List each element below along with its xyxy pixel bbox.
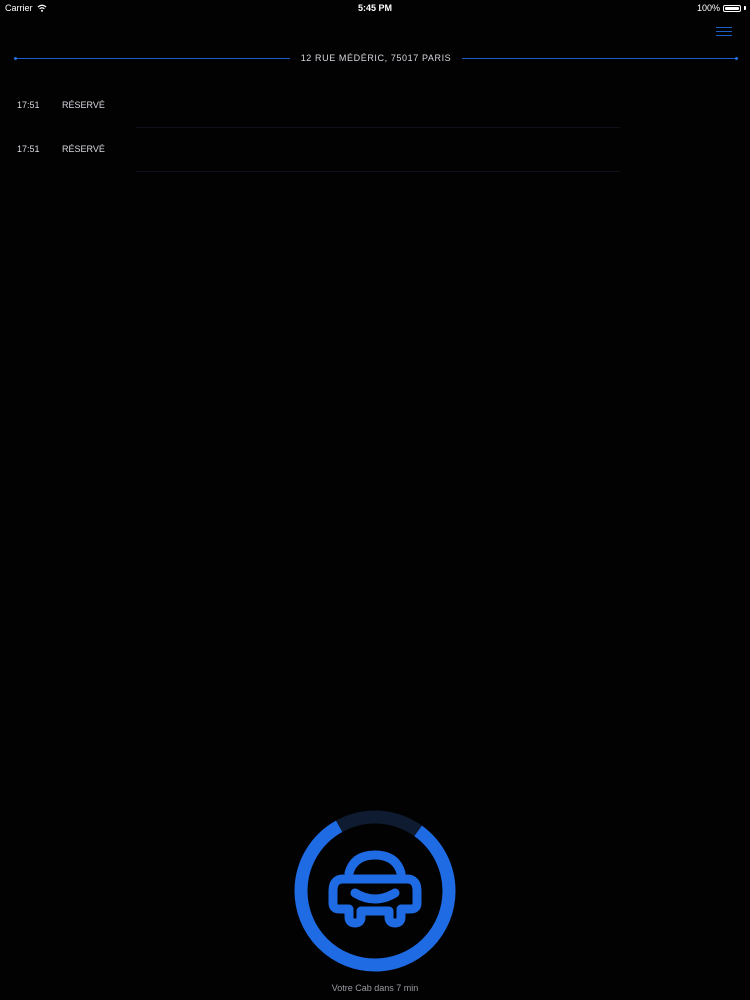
booking-list: 17:51 RÉSERVÉ 17:51 RÉSERVÉ	[0, 84, 750, 172]
booking-row[interactable]: 17:51 RÉSERVÉ	[0, 128, 750, 172]
booking-row[interactable]: 17:51 RÉSERVÉ	[0, 84, 750, 128]
status-bar: Carrier 5:45 PM 100%	[0, 0, 750, 16]
booking-status: RÉSERVÉ	[62, 100, 105, 110]
row-separator	[136, 171, 620, 172]
battery-fill	[725, 6, 739, 10]
address-label: 12 RUE MÉDÉRIC, 75017 PARIS	[300, 53, 452, 63]
eta-label: Votre Cab dans 7 min	[331, 983, 419, 993]
battery-tip	[744, 6, 746, 10]
hamburger-menu-icon[interactable]	[716, 25, 732, 37]
menu-line	[716, 27, 732, 28]
battery-icon	[723, 4, 741, 12]
booking-status: RÉSERVÉ	[62, 144, 105, 154]
rule-left	[17, 57, 290, 59]
status-time: 5:45 PM	[357, 3, 392, 13]
booking-time: 17:51	[17, 100, 40, 110]
screen: Carrier 5:45 PM 100% 12 RUE MÉDÉRIC, 750…	[0, 0, 750, 1000]
eta-widget[interactable]	[293, 809, 457, 973]
rule-right	[462, 57, 735, 59]
booking-time: 17:51	[17, 144, 40, 154]
rule-dot-right	[735, 56, 738, 60]
status-right: 100%	[697, 3, 746, 13]
menu-line	[716, 31, 732, 32]
battery-percent: 100%	[696, 3, 720, 13]
menu-line	[716, 35, 732, 36]
car-icon	[328, 850, 422, 928]
address-header: 12 RUE MÉDÉRIC, 75017 PARIS	[14, 52, 738, 64]
